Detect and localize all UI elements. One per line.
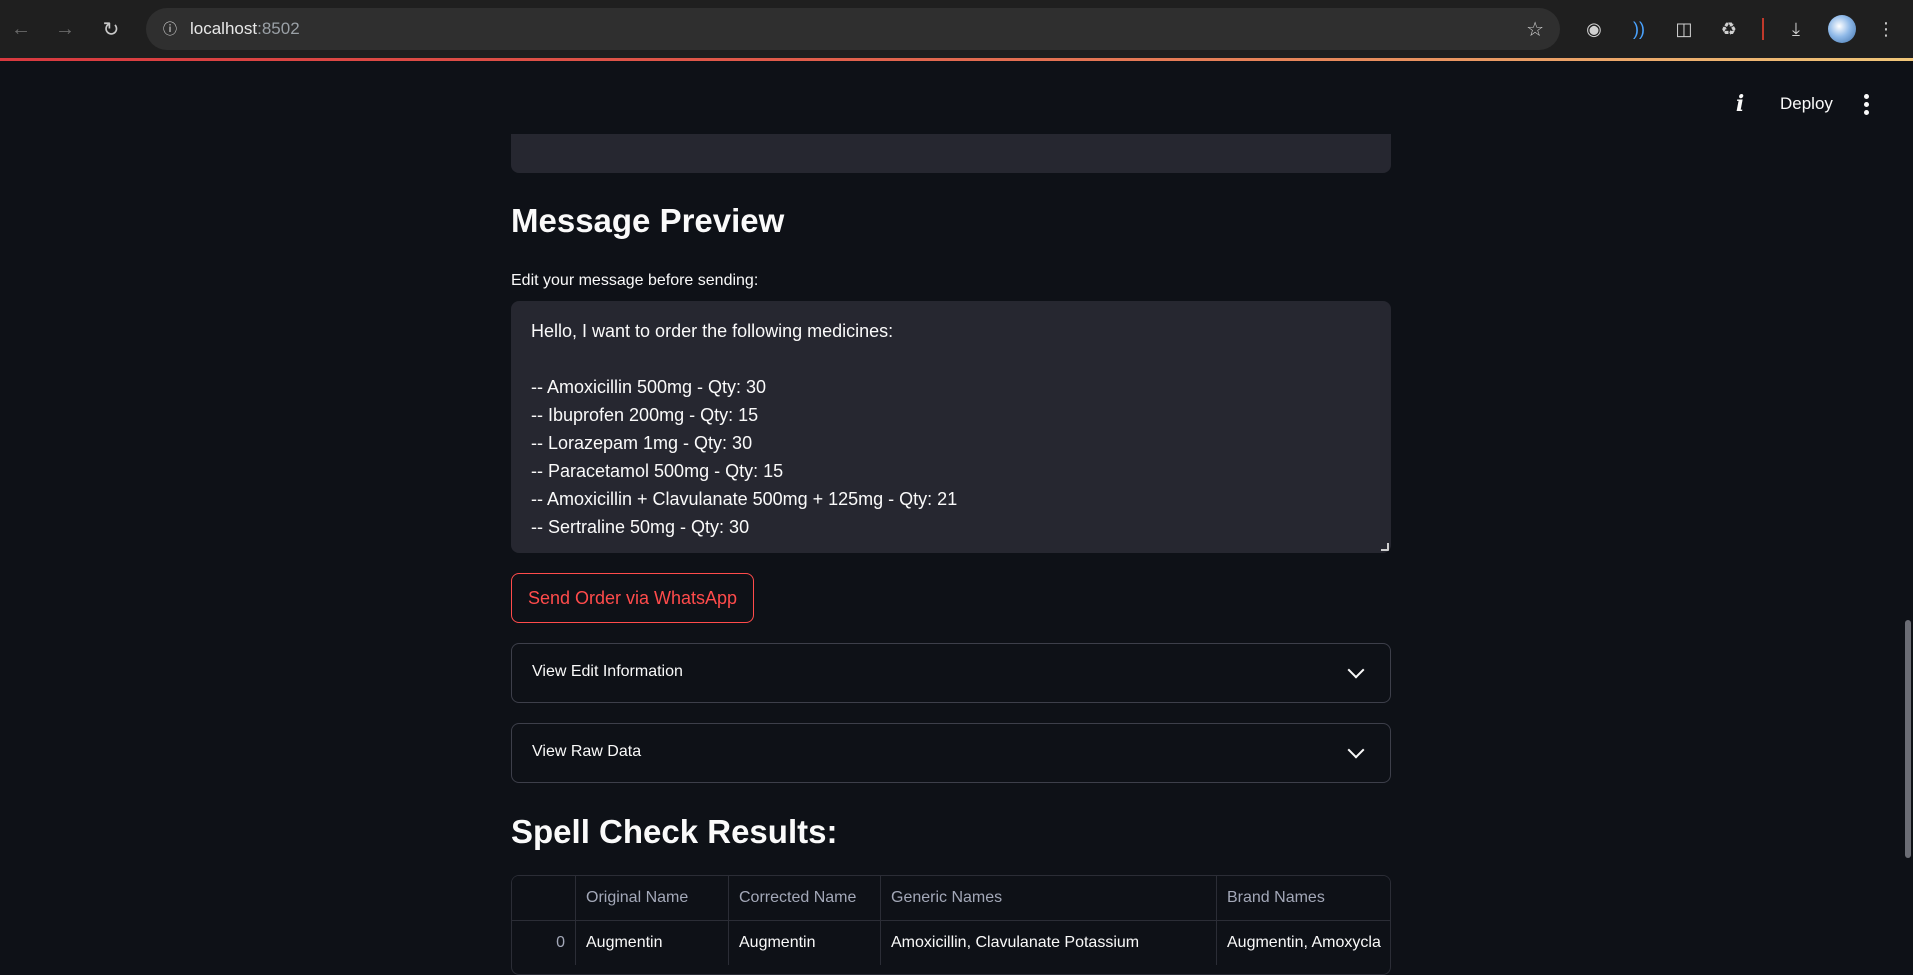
download-icon[interactable]: ⤓ bbox=[1782, 15, 1810, 43]
column-header-brand-names[interactable]: Brand Names bbox=[1217, 876, 1390, 920]
main-menu-icon[interactable] bbox=[1852, 90, 1880, 118]
brand-names-cell[interactable]: Augmentin, Amoxycla bbox=[1217, 921, 1390, 965]
table-header-row: Original Name Corrected Name Generic Nam… bbox=[512, 876, 1390, 921]
reading-mode-icon[interactable]: ◫ bbox=[1670, 15, 1698, 43]
message-line: -- Sertraline 50mg - Qty: 30 bbox=[531, 517, 750, 537]
column-header-generic-names[interactable]: Generic Names bbox=[881, 876, 1217, 920]
message-line: -- Amoxicillin 500mg - Qty: 30 bbox=[531, 377, 767, 397]
message-line: -- Amoxicillin + Clavulanate 500mg + 125… bbox=[531, 489, 958, 509]
previous-input-box bbox=[511, 134, 1391, 173]
profile-avatar[interactable] bbox=[1828, 15, 1856, 43]
spell-check-table[interactable]: Original Name Corrected Name Generic Nam… bbox=[511, 875, 1391, 975]
bookmark-star-icon[interactable]: ☆ bbox=[1526, 17, 1544, 42]
expander-label: View Edit Information bbox=[532, 663, 683, 680]
toolbar-separator bbox=[1762, 18, 1764, 40]
message-line: -- Paracetamol 500mg - Qty: 15 bbox=[531, 461, 784, 481]
column-header-original-name[interactable]: Original Name bbox=[576, 876, 729, 920]
message-line: Hello, I want to order the following med… bbox=[531, 321, 894, 341]
browser-toolbar: ← → ↻ ⓘ localhost:8502 ☆ ◉ )) ◫ ♻ ⤓ ⋮ bbox=[0, 0, 1913, 58]
generic-names-cell[interactable]: Amoxicillin, Clavulanate Potassium bbox=[881, 921, 1217, 965]
browser-menu-icon[interactable]: ⋮ bbox=[1872, 15, 1900, 43]
corrected-name-cell[interactable]: Augmentin bbox=[729, 921, 881, 965]
browser-accent-line bbox=[0, 58, 1913, 61]
read-aloud-icon[interactable]: )) bbox=[1625, 15, 1653, 43]
message-textarea-label: Edit your message before sending: bbox=[511, 272, 759, 289]
page-title-message-preview: Message Preview bbox=[511, 202, 785, 239]
original-name-cell[interactable]: Augmentin bbox=[576, 921, 729, 965]
reload-icon[interactable]: ↻ bbox=[94, 12, 128, 46]
spell-check-heading: Spell Check Results: bbox=[511, 813, 838, 850]
message-line: -- Ibuprofen 200mg - Qty: 15 bbox=[531, 405, 759, 425]
expander-edit-information[interactable]: View Edit Information bbox=[511, 643, 1391, 703]
forward-arrow-icon[interactable]: → bbox=[48, 12, 82, 46]
resize-handle[interactable] bbox=[1381, 543, 1389, 551]
chevron-down-icon bbox=[1347, 661, 1365, 679]
site-info-icon[interactable]: ⓘ bbox=[158, 17, 182, 41]
message-line: -- Lorazepam 1mg - Qty: 30 bbox=[531, 433, 753, 453]
message-line bbox=[531, 345, 1371, 373]
address-bar[interactable]: ⓘ localhost:8502 ☆ bbox=[146, 8, 1560, 50]
expander-raw-data[interactable]: View Raw Data bbox=[511, 723, 1391, 783]
chevron-down-icon bbox=[1347, 741, 1365, 759]
page-scrollbar[interactable] bbox=[1905, 620, 1911, 858]
table-row: 0 Augmentin Augmentin Amoxicillin, Clavu… bbox=[512, 921, 1390, 965]
row-index-cell[interactable]: 0 bbox=[512, 921, 576, 965]
info-icon[interactable]: i bbox=[1726, 90, 1754, 118]
back-arrow-icon[interactable]: ← bbox=[4, 12, 38, 46]
send-whatsapp-button[interactable]: Send Order via WhatsApp bbox=[511, 573, 754, 623]
expander-label: View Raw Data bbox=[532, 743, 642, 760]
extensions-puzzle-icon[interactable]: ♻ bbox=[1715, 15, 1743, 43]
column-header-index[interactable] bbox=[512, 876, 576, 920]
column-header-corrected-name[interactable]: Corrected Name bbox=[729, 876, 881, 920]
deploy-button[interactable]: Deploy bbox=[1768, 90, 1845, 118]
extension-icon[interactable]: ◉ bbox=[1580, 15, 1608, 43]
message-textarea[interactable]: Hello, I want to order the following med… bbox=[511, 301, 1391, 553]
url-text[interactable]: localhost:8502 bbox=[190, 19, 300, 39]
